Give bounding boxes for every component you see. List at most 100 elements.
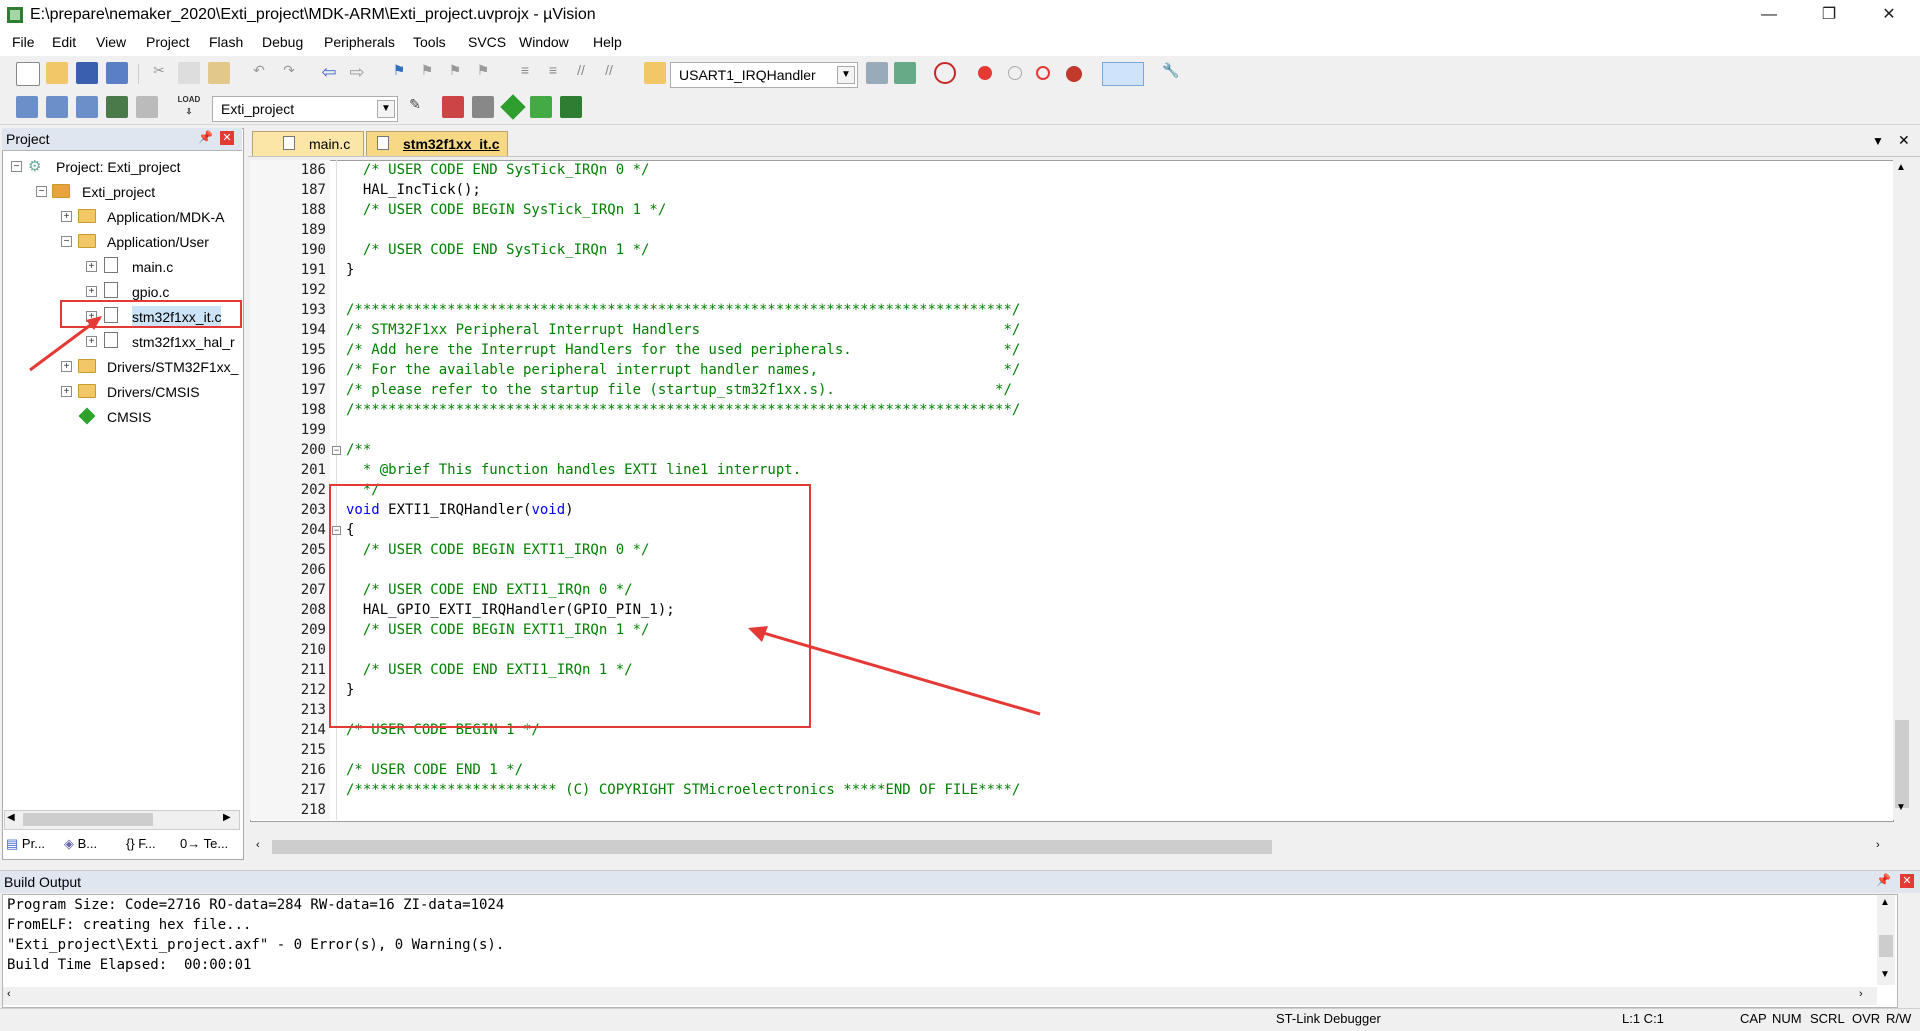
fold-icon[interactable]: −: [332, 446, 341, 455]
code-line[interactable]: /* please refer to the startup file (sta…: [346, 382, 1012, 398]
expand-icon[interactable]: +: [61, 386, 72, 397]
function-combo[interactable]: USART1_IRQHandler ▼: [670, 62, 858, 88]
tree-item-application-mdk[interactable]: Application/MDK-A: [107, 206, 225, 228]
navigate-back-icon[interactable]: ⇦: [318, 62, 340, 84]
pin-icon[interactable]: 📌: [198, 130, 213, 144]
code-line[interactable]: /* USER CODE BEGIN SysTick_IRQn 1 */: [346, 202, 666, 218]
manage-rte-icon[interactable]: [560, 96, 582, 118]
code-line[interactable]: /* Add here the Interrupt Handlers for t…: [346, 342, 1020, 358]
stop-build-icon[interactable]: [136, 96, 158, 118]
menu-tools[interactable]: Tools: [413, 34, 446, 50]
batch-build-icon[interactable]: [106, 96, 128, 118]
build-icon[interactable]: [46, 96, 68, 118]
scroll-left-icon[interactable]: ‹: [7, 988, 11, 1000]
menu-edit[interactable]: Edit: [52, 34, 76, 50]
code-line[interactable]: HAL_IncTick();: [346, 182, 481, 198]
code-line[interactable]: /* USER CODE END 1 */: [346, 762, 523, 778]
navigate-forward-icon[interactable]: ⇨: [346, 62, 368, 84]
build-hscrollbar[interactable]: ‹ ›: [3, 987, 1877, 1005]
code-line[interactable]: /***************************************…: [346, 402, 1020, 418]
tab-functions[interactable]: {} F...: [126, 836, 156, 851]
scroll-right-icon[interactable]: ▶: [223, 812, 231, 823]
tree-item-main-c[interactable]: main.c: [132, 256, 173, 278]
close-panel-icon[interactable]: ✕: [220, 131, 234, 145]
new-file-icon[interactable]: [16, 62, 40, 86]
disable-breakpoints-icon[interactable]: [1036, 66, 1050, 80]
tab-main-c[interactable]: main.c: [252, 131, 364, 156]
build-vscrollbar[interactable]: ▲ ▼: [1877, 895, 1895, 985]
menu-project[interactable]: Project: [146, 34, 190, 50]
code-line[interactable]: /***************************************…: [346, 302, 1020, 318]
select-packs-icon[interactable]: [530, 96, 552, 118]
menu-svcs[interactable]: SVCS: [468, 34, 506, 50]
scroll-left-icon[interactable]: ‹: [256, 839, 260, 851]
collapse-icon[interactable]: −: [36, 186, 47, 197]
chevron-down-icon[interactable]: ▼: [377, 100, 395, 118]
menu-peripherals[interactable]: Peripherals: [324, 34, 395, 50]
scroll-thumb[interactable]: [1879, 935, 1893, 957]
editor-vscrollbar[interactable]: ▲ ▼: [1893, 160, 1911, 820]
clear-bookmarks-icon[interactable]: ⚑: [472, 62, 494, 84]
unindent-icon[interactable]: ≡: [542, 62, 564, 84]
code-line[interactable]: /************************ (C) COPYRIGHT …: [346, 782, 1020, 798]
menu-file[interactable]: File: [12, 34, 35, 50]
menu-view[interactable]: View: [96, 34, 126, 50]
cut-icon[interactable]: ✂: [148, 62, 170, 84]
code-line[interactable]: /* For the available peripheral interrup…: [346, 362, 1020, 378]
tab-project[interactable]: ▤ Pr...: [6, 836, 45, 852]
debug-session-icon[interactable]: [934, 62, 956, 84]
download-icon[interactable]: LOAD ⇩: [176, 94, 202, 120]
scroll-left-icon[interactable]: ◀: [7, 812, 15, 823]
window-layout-icon[interactable]: [1102, 62, 1144, 86]
uncomment-icon[interactable]: //: [598, 62, 620, 84]
tab-books[interactable]: ◈ B...: [64, 836, 97, 852]
close-panel-icon[interactable]: ✕: [1900, 874, 1914, 888]
tree-item-application-user[interactable]: Application/User: [107, 231, 209, 253]
code-line[interactable]: /* USER CODE END SysTick_IRQn 0 */: [346, 162, 650, 178]
code-line[interactable]: /* STM32F1xx Peripheral Interrupt Handle…: [346, 322, 1020, 338]
code-line[interactable]: /* USER CODE END SysTick_IRQn 1 */: [346, 242, 650, 258]
tab-templates[interactable]: 0→ Te...: [180, 836, 228, 851]
find-in-files-icon[interactable]: [644, 62, 666, 84]
copy-icon[interactable]: [178, 62, 200, 84]
kill-breakpoints-icon[interactable]: [1066, 66, 1082, 82]
save-icon[interactable]: [76, 62, 98, 84]
collapse-icon[interactable]: −: [61, 236, 72, 247]
open-file-icon[interactable]: [46, 62, 68, 84]
chevron-down-icon[interactable]: ▼: [837, 66, 855, 84]
expand-icon[interactable]: +: [86, 286, 97, 297]
comment-icon[interactable]: //: [570, 62, 592, 84]
scroll-right-icon[interactable]: ›: [1876, 839, 1880, 851]
menu-flash[interactable]: Flash: [209, 34, 243, 50]
tab-list-dropdown-icon[interactable]: ▼: [1872, 134, 1884, 148]
scroll-right-icon[interactable]: ›: [1859, 988, 1863, 1000]
tab-stm32f1xx-it-c[interactable]: stm32f1xx_it.c: [366, 131, 508, 156]
tree-item-cmsis[interactable]: CMSIS: [107, 406, 151, 428]
rebuild-icon[interactable]: [76, 96, 98, 118]
expand-icon[interactable]: +: [86, 261, 97, 272]
code-line[interactable]: * @brief This function handles EXTI line…: [346, 462, 801, 478]
prev-bookmark-icon[interactable]: ⚑: [416, 62, 438, 84]
save-all-icon[interactable]: [106, 62, 128, 84]
scroll-up-icon[interactable]: ▲: [1896, 162, 1906, 173]
enable-breakpoint-icon[interactable]: [1008, 66, 1022, 80]
tree-item-project[interactable]: Project: Exti_project: [56, 156, 181, 178]
code-line[interactable]: }: [346, 262, 354, 278]
tree-item-stm32f1xx-hal[interactable]: stm32f1xx_hal_r: [132, 331, 235, 353]
next-bookmark-icon[interactable]: ⚑: [444, 62, 466, 84]
options-for-target-icon[interactable]: ✎: [404, 96, 426, 118]
collapse-icon[interactable]: −: [11, 161, 22, 172]
expand-icon[interactable]: +: [61, 211, 72, 222]
scroll-thumb[interactable]: [1895, 720, 1909, 808]
scroll-down-icon[interactable]: ▼: [1896, 802, 1906, 813]
translate-icon[interactable]: [16, 96, 38, 118]
editor-hscrollbar[interactable]: ‹ ›: [252, 838, 1892, 856]
indent-icon[interactable]: ≡: [514, 62, 536, 84]
scroll-thumb[interactable]: [272, 840, 1272, 854]
close-tab-icon[interactable]: ✕: [1898, 132, 1910, 149]
bookmark-icon[interactable]: ⚑: [388, 62, 410, 84]
redo-icon[interactable]: ↷: [278, 62, 300, 84]
scroll-up-icon[interactable]: ▲: [1880, 897, 1890, 908]
paste-icon[interactable]: [208, 62, 230, 84]
minimize-button[interactable]: —: [1746, 0, 1792, 30]
